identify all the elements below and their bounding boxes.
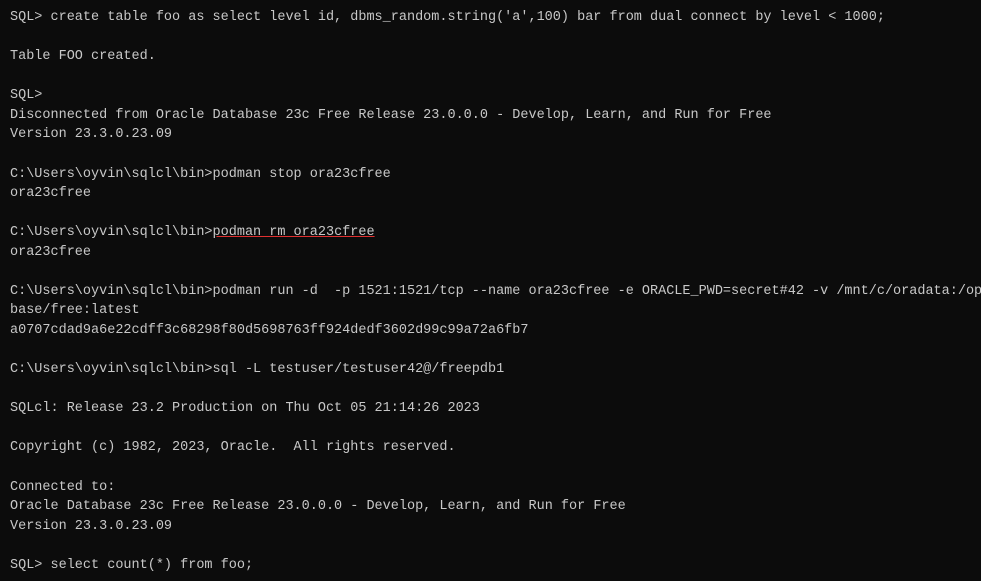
line-23: Copyright (c) 1982, 2023, Oracle. All ri…: [10, 438, 971, 458]
line-29: SQL> select count(*) from foo;: [10, 556, 971, 576]
line-3: Table FOO created.: [10, 47, 971, 67]
line-15: C:\Users\oyvin\sqlcl\bin>podman run -d -…: [10, 282, 971, 302]
line-19: C:\Users\oyvin\sqlcl\bin>sql -L testuser…: [10, 360, 971, 380]
and-text-1: and: [642, 108, 666, 123]
line-1: SQL> create table foo as select level id…: [10, 8, 971, 28]
line-30: [10, 575, 971, 581]
terminal-window: SQL> create table foo as select level id…: [0, 0, 981, 581]
line-2: [10, 28, 971, 48]
line-11: [10, 204, 971, 224]
line-14: [10, 262, 971, 282]
line-22: [10, 419, 971, 439]
line-21: SQLcl: Release 23.2 Production on Thu Oc…: [10, 399, 971, 419]
line-16: base/free:latest: [10, 301, 971, 321]
line-4: [10, 67, 971, 87]
podman-rm-command: podman rm ora23cfree: [213, 225, 375, 240]
line-18: [10, 341, 971, 361]
line-6: Disconnected from Oracle Database 23c Fr…: [10, 106, 971, 126]
line-8: [10, 145, 971, 165]
line-12: C:\Users\oyvin\sqlcl\bin>podman rm ora23…: [10, 223, 971, 243]
line-28: [10, 536, 971, 556]
line-5: SQL>: [10, 86, 971, 106]
line-24: [10, 458, 971, 478]
line-27: Version 23.3.0.23.09: [10, 517, 971, 537]
path-text: C:\Users\oyvin\sqlcl\bin>: [10, 225, 213, 240]
and-text-2: and: [496, 499, 520, 514]
line-20: [10, 380, 971, 400]
line-25: Connected to:: [10, 478, 971, 498]
line-10: ora23cfree: [10, 184, 971, 204]
line-17: a0707cdad9a6e22cdff3c68298f80d5698763ff9…: [10, 321, 971, 341]
line-13: ora23cfree: [10, 243, 971, 263]
line-9: C:\Users\oyvin\sqlcl\bin>podman stop ora…: [10, 165, 971, 185]
line-7: Version 23.3.0.23.09: [10, 125, 971, 145]
line-26: Oracle Database 23c Free Release 23.0.0.…: [10, 497, 971, 517]
